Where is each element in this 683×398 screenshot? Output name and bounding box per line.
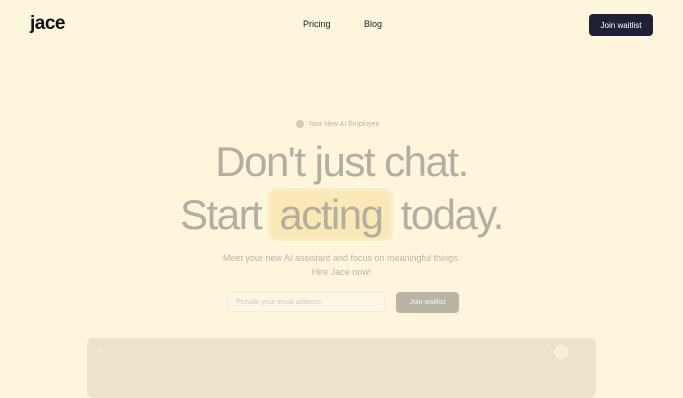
headline-end: today.: [400, 191, 505, 238]
menu-icon: ≡: [97, 348, 102, 355]
bell-icon: ♪: [542, 347, 546, 356]
sparkle-icon: [296, 120, 304, 128]
app-preview: ≡ ♪: [87, 338, 596, 398]
hero-join-waitlist-button[interactable]: Join waitlist: [396, 292, 459, 313]
hero-badge-label: Your New AI Employee: [308, 120, 380, 128]
headline-line-2: Start acting today.: [0, 191, 683, 238]
headline-highlight: acting: [271, 191, 391, 238]
hero-badge: Your New AI Employee: [296, 120, 379, 128]
headline-start: Start: [180, 191, 263, 238]
avatar: [554, 345, 568, 359]
hero-subtitle-2: Hire Jace now!: [311, 267, 372, 277]
hero-subtitle-1: Meet your new AI assistant and focus on …: [222, 253, 461, 263]
email-input[interactable]: Provide your email address: [227, 292, 385, 312]
hero-section: Your New AI Employee Don't just chat. St…: [0, 0, 683, 398]
headline-line-1: Don't just chat.: [215, 138, 469, 185]
